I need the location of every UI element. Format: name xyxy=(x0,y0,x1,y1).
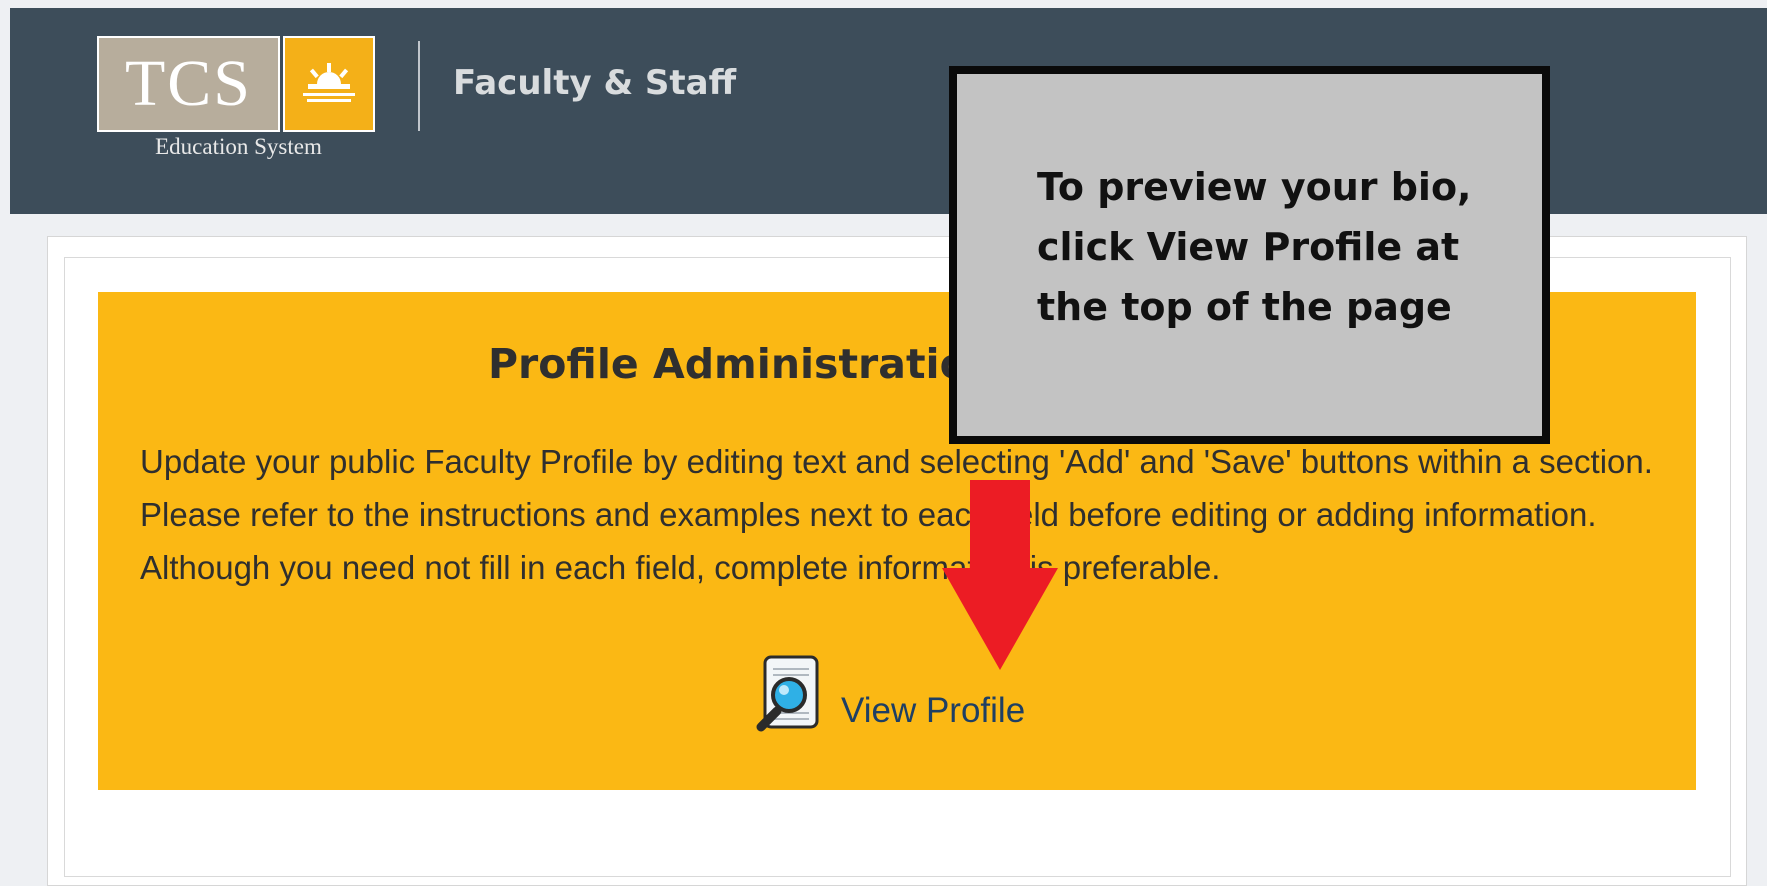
sun-logo-icon xyxy=(283,36,375,132)
red-down-arrow-icon xyxy=(942,480,1058,670)
magnifier-document-icon xyxy=(756,655,819,732)
panel-title: Profile Administration xyxy=(488,340,997,388)
page-section-title: Faculty & Staff xyxy=(453,63,737,103)
instruction-callout: To preview your bio, click View Profile … xyxy=(949,66,1550,444)
callout-text: To preview your bio, click View Profile … xyxy=(1037,165,1472,329)
tcs-logo[interactable]: TCS xyxy=(97,36,280,132)
panel-description: Update your public Faculty Profile by ed… xyxy=(140,443,1653,586)
view-profile-label: View Profile xyxy=(841,691,1026,730)
logo-caption: Education System xyxy=(155,134,322,159)
header-divider xyxy=(418,41,420,131)
logo-text: TCS xyxy=(124,47,253,120)
